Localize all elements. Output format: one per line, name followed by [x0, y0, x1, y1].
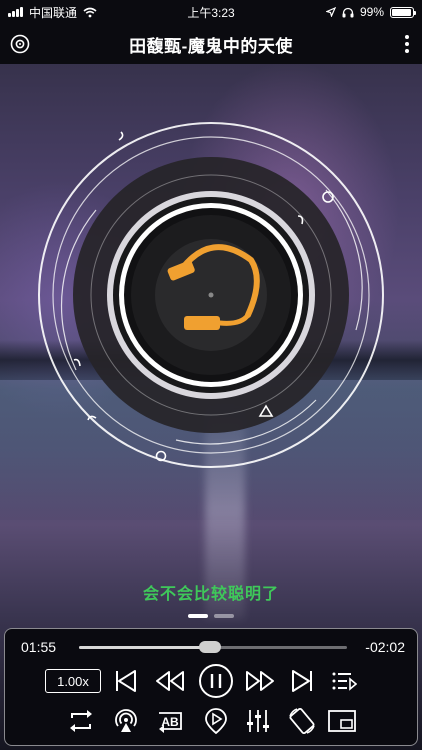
rotate-screen-icon[interactable]	[287, 706, 317, 736]
battery-icon	[390, 6, 416, 18]
page-dot-1[interactable]	[188, 614, 208, 618]
ab-loop-icon[interactable]: AB	[155, 707, 185, 735]
rewind-icon[interactable]	[155, 670, 185, 692]
svg-text:AB: AB	[161, 715, 179, 729]
playback-speed-button[interactable]: 1.00x	[45, 669, 101, 693]
next-track-icon[interactable]	[289, 668, 315, 694]
equalizer-icon[interactable]	[245, 708, 271, 734]
airplay-icon[interactable]	[113, 708, 139, 734]
play-marker-icon[interactable]	[203, 707, 229, 735]
battery-percent: 99%	[359, 5, 384, 19]
turntable[interactable]	[36, 120, 386, 470]
page-indicator[interactable]	[0, 614, 422, 618]
repeat-icon[interactable]	[67, 708, 95, 734]
more-vertical-icon[interactable]	[404, 35, 410, 53]
location-icon	[325, 7, 336, 17]
lyric-line: 会不会比较聪明了	[142, 586, 279, 603]
previous-track-icon[interactable]	[113, 668, 139, 694]
picture-in-picture-icon[interactable]	[327, 709, 357, 733]
page-dot-2[interactable]	[214, 614, 234, 618]
headphones-status-icon	[342, 7, 354, 17]
fast-forward-icon[interactable]	[245, 670, 275, 692]
carrier-label: 中国联通	[29, 5, 78, 20]
disc-icon[interactable]	[10, 34, 30, 54]
pause-icon[interactable]	[198, 663, 234, 699]
progress-thumb[interactable]	[199, 641, 222, 653]
wifi-icon	[83, 7, 97, 17]
header-bar: 田馥甄-魔鬼中的天使	[0, 24, 422, 64]
playlist-icon[interactable]	[331, 670, 357, 692]
progress-played	[79, 646, 211, 649]
signal-icon	[8, 7, 23, 17]
status-bar: 中国联通 上午3:23 99%	[0, 0, 422, 24]
song-title: 田馥甄-魔鬼中的天使	[129, 36, 293, 56]
elapsed-time: 01:55	[21, 639, 57, 655]
control-panel: 01:55 -02:02 1.00x AB	[4, 628, 418, 746]
remaining-time: -02:02	[365, 639, 405, 655]
progress-slider[interactable]	[79, 641, 347, 653]
